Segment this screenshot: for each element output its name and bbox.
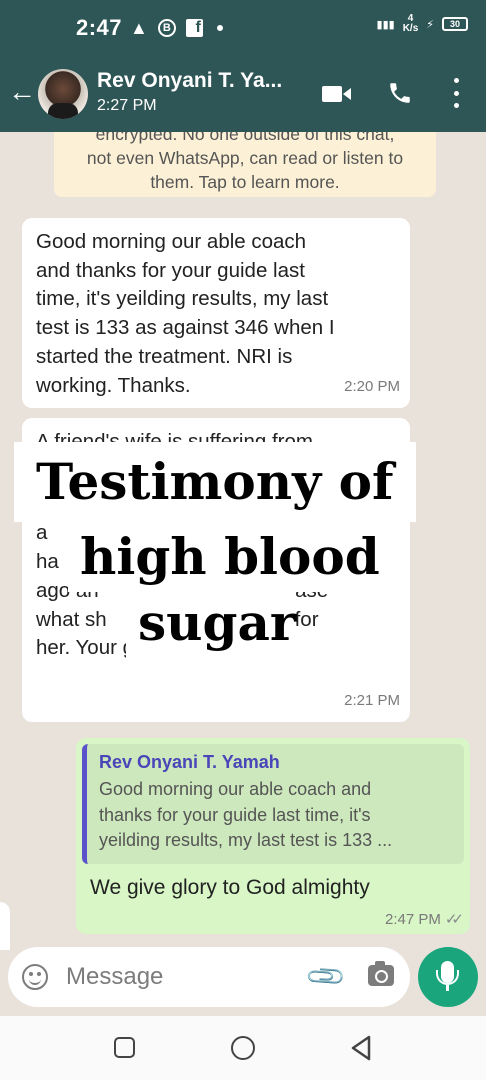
- chat-header: ← Rev Onyani T. Ya... 2:27 PM: [0, 56, 486, 132]
- message-time: 2:20 PM: [344, 378, 400, 396]
- more-notifications-dot-icon: [216, 25, 223, 31]
- mic-button[interactable]: [418, 947, 478, 1007]
- emoji-icon[interactable]: [22, 964, 48, 990]
- facebook-icon: f: [185, 19, 203, 37]
- avatar[interactable]: [38, 69, 88, 119]
- message-input[interactable]: [66, 957, 296, 997]
- recents-icon[interactable]: [114, 1037, 135, 1058]
- status-right: ▮▮▮ 4 K/s ⚡ 30: [377, 14, 468, 34]
- last-seen: 2:27 PM: [97, 97, 157, 114]
- camera-icon[interactable]: [368, 961, 394, 986]
- overlay-title-line: Testimony of: [14, 442, 416, 522]
- network-speed: 4 K/s: [402, 13, 419, 34]
- overlay-title-line: high blood: [68, 522, 398, 592]
- quote-author: Rev Onyani T. Yamah: [99, 752, 280, 772]
- status-bar: 2:47 ▲ B f ▮▮▮ 4 K/s ⚡ 30: [0, 0, 486, 56]
- outgoing-message[interactable]: Rev Onyani T. Yamah Good morning our abl…: [76, 738, 470, 934]
- message-composer: 📎: [8, 947, 410, 1007]
- incoming-message[interactable]: Good morning our able coach and thanks f…: [22, 218, 410, 408]
- quoted-message[interactable]: Rev Onyani T. Yamah Good morning our abl…: [82, 744, 464, 864]
- status-time: 2:47: [76, 15, 123, 40]
- charging-icon: ⚡: [426, 18, 434, 31]
- partial-bubble: [0, 902, 10, 950]
- phone-icon[interactable]: [387, 80, 413, 111]
- encryption-notice[interactable]: encrypted. No one outside of this chat, …: [54, 132, 436, 197]
- system-nav-bar: [0, 1016, 486, 1080]
- home-icon[interactable]: [231, 1036, 255, 1060]
- video-call-icon[interactable]: [322, 84, 351, 104]
- message-time: 2:47 PM: [384, 910, 441, 928]
- signal-icon: ▮▮▮: [376, 18, 395, 31]
- message-time: 2:21 PM: [344, 692, 400, 710]
- chat-area[interactable]: encrypted. No one outside of this chat, …: [0, 132, 486, 950]
- more-vert-icon[interactable]: [452, 78, 460, 108]
- back-arrow-icon[interactable]: ←: [8, 78, 36, 106]
- overlay-title-line: sugar: [126, 592, 296, 664]
- mic-icon: [436, 961, 459, 991]
- contact-name[interactable]: Rev Onyani T. Ya...: [97, 69, 282, 93]
- warning-icon: ▲: [130, 17, 148, 38]
- b-notification-icon: B: [157, 19, 176, 37]
- outgoing-text: We give glory to God almighty: [90, 876, 370, 899]
- double-check-icon: ✓✓: [444, 911, 464, 928]
- battery-icon: 30: [442, 17, 468, 31]
- paperclip-icon[interactable]: 📎: [304, 954, 349, 999]
- message-meta: 2:47 PM ✓✓: [384, 910, 464, 929]
